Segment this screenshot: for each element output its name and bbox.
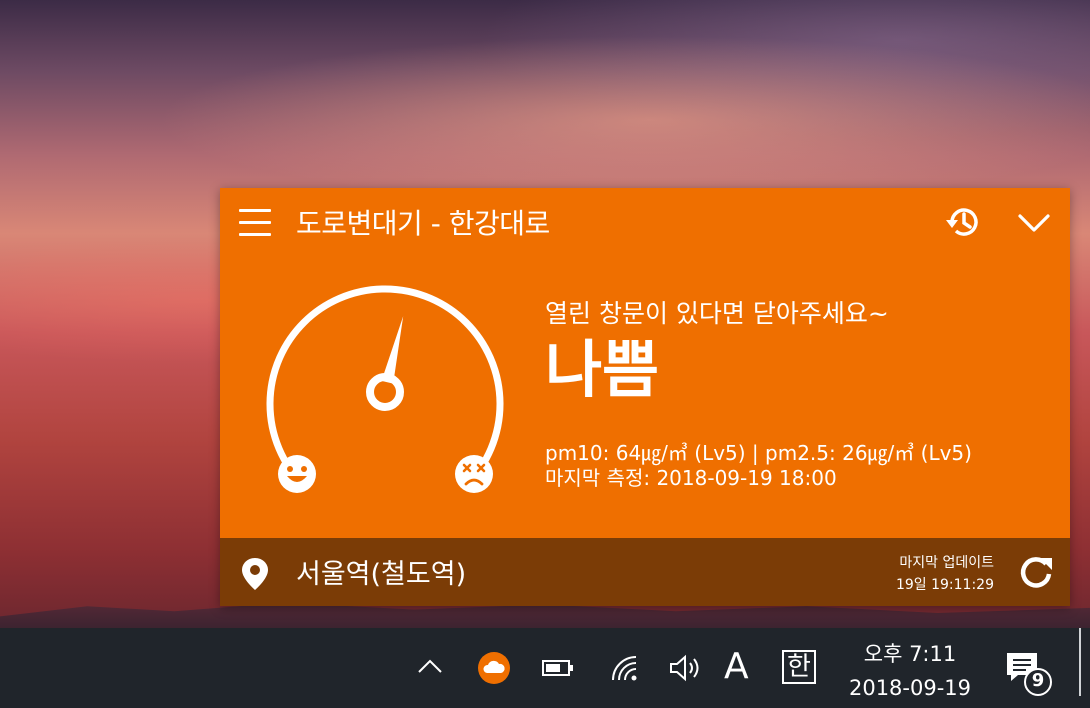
last-update-label: 마지막 업데이트 <box>899 555 994 571</box>
clock-date[interactable]: 2018-09-19 <box>840 676 980 700</box>
battery-icon[interactable] <box>542 659 574 677</box>
clock-time[interactable]: 오후 7:11 <box>845 638 975 668</box>
menu-button[interactable] <box>237 206 273 240</box>
air-quality-widget: 도로변대기 - 한강대로 열린 창문이 있다면 닫아주세요~ 나쁨 pm10: … <box>220 188 1070 606</box>
weather-app-icon[interactable] <box>478 652 510 684</box>
screen-edge-divider <box>1079 628 1081 696</box>
advice-text: 열린 창문이 있다면 닫아주세요~ <box>545 299 889 328</box>
history-icon <box>946 208 978 236</box>
volume-icon[interactable] <box>668 654 704 682</box>
location-pin-icon <box>242 558 268 590</box>
chevron-down-icon <box>1018 214 1050 232</box>
taskbar: A 한 오후 7:11 2018-09-19 9 <box>0 628 1090 708</box>
collapse-button[interactable] <box>1012 200 1056 244</box>
last-update-time: 19일 19:11:29 <box>895 577 994 593</box>
sad-face-icon <box>455 455 493 493</box>
station-name[interactable]: 서울역(철도역) <box>296 552 466 591</box>
wifi-icon[interactable] <box>610 654 640 682</box>
refresh-icon[interactable] <box>1016 552 1056 592</box>
smile-face-icon <box>278 455 316 493</box>
air-quality-status: 나쁨 <box>545 333 660 406</box>
input-mode-indicator[interactable]: A <box>724 646 749 687</box>
widget-title: 도로변대기 - 한강대로 <box>296 207 550 240</box>
menu-icon-bar <box>239 233 271 236</box>
language-indicator[interactable]: 한 <box>782 650 816 684</box>
air-quality-panel: 도로변대기 - 한강대로 열린 창문이 있다면 닫아주세요~ 나쁨 pm10: … <box>220 188 1070 538</box>
action-center-button[interactable]: 9 <box>1004 650 1056 698</box>
station-bar: 서울역(철도역) 마지막 업데이트 19일 19:11:29 <box>220 538 1070 606</box>
notification-count-badge: 9 <box>1031 670 1045 691</box>
menu-icon <box>239 209 271 212</box>
gauge-needle <box>366 316 404 411</box>
menu-icon-bar <box>239 221 271 224</box>
chevron-up-icon[interactable] <box>416 656 444 676</box>
last-measured: 마지막 측정: 2018-09-19 18:00 <box>545 466 837 490</box>
history-button[interactable] <box>942 200 986 244</box>
